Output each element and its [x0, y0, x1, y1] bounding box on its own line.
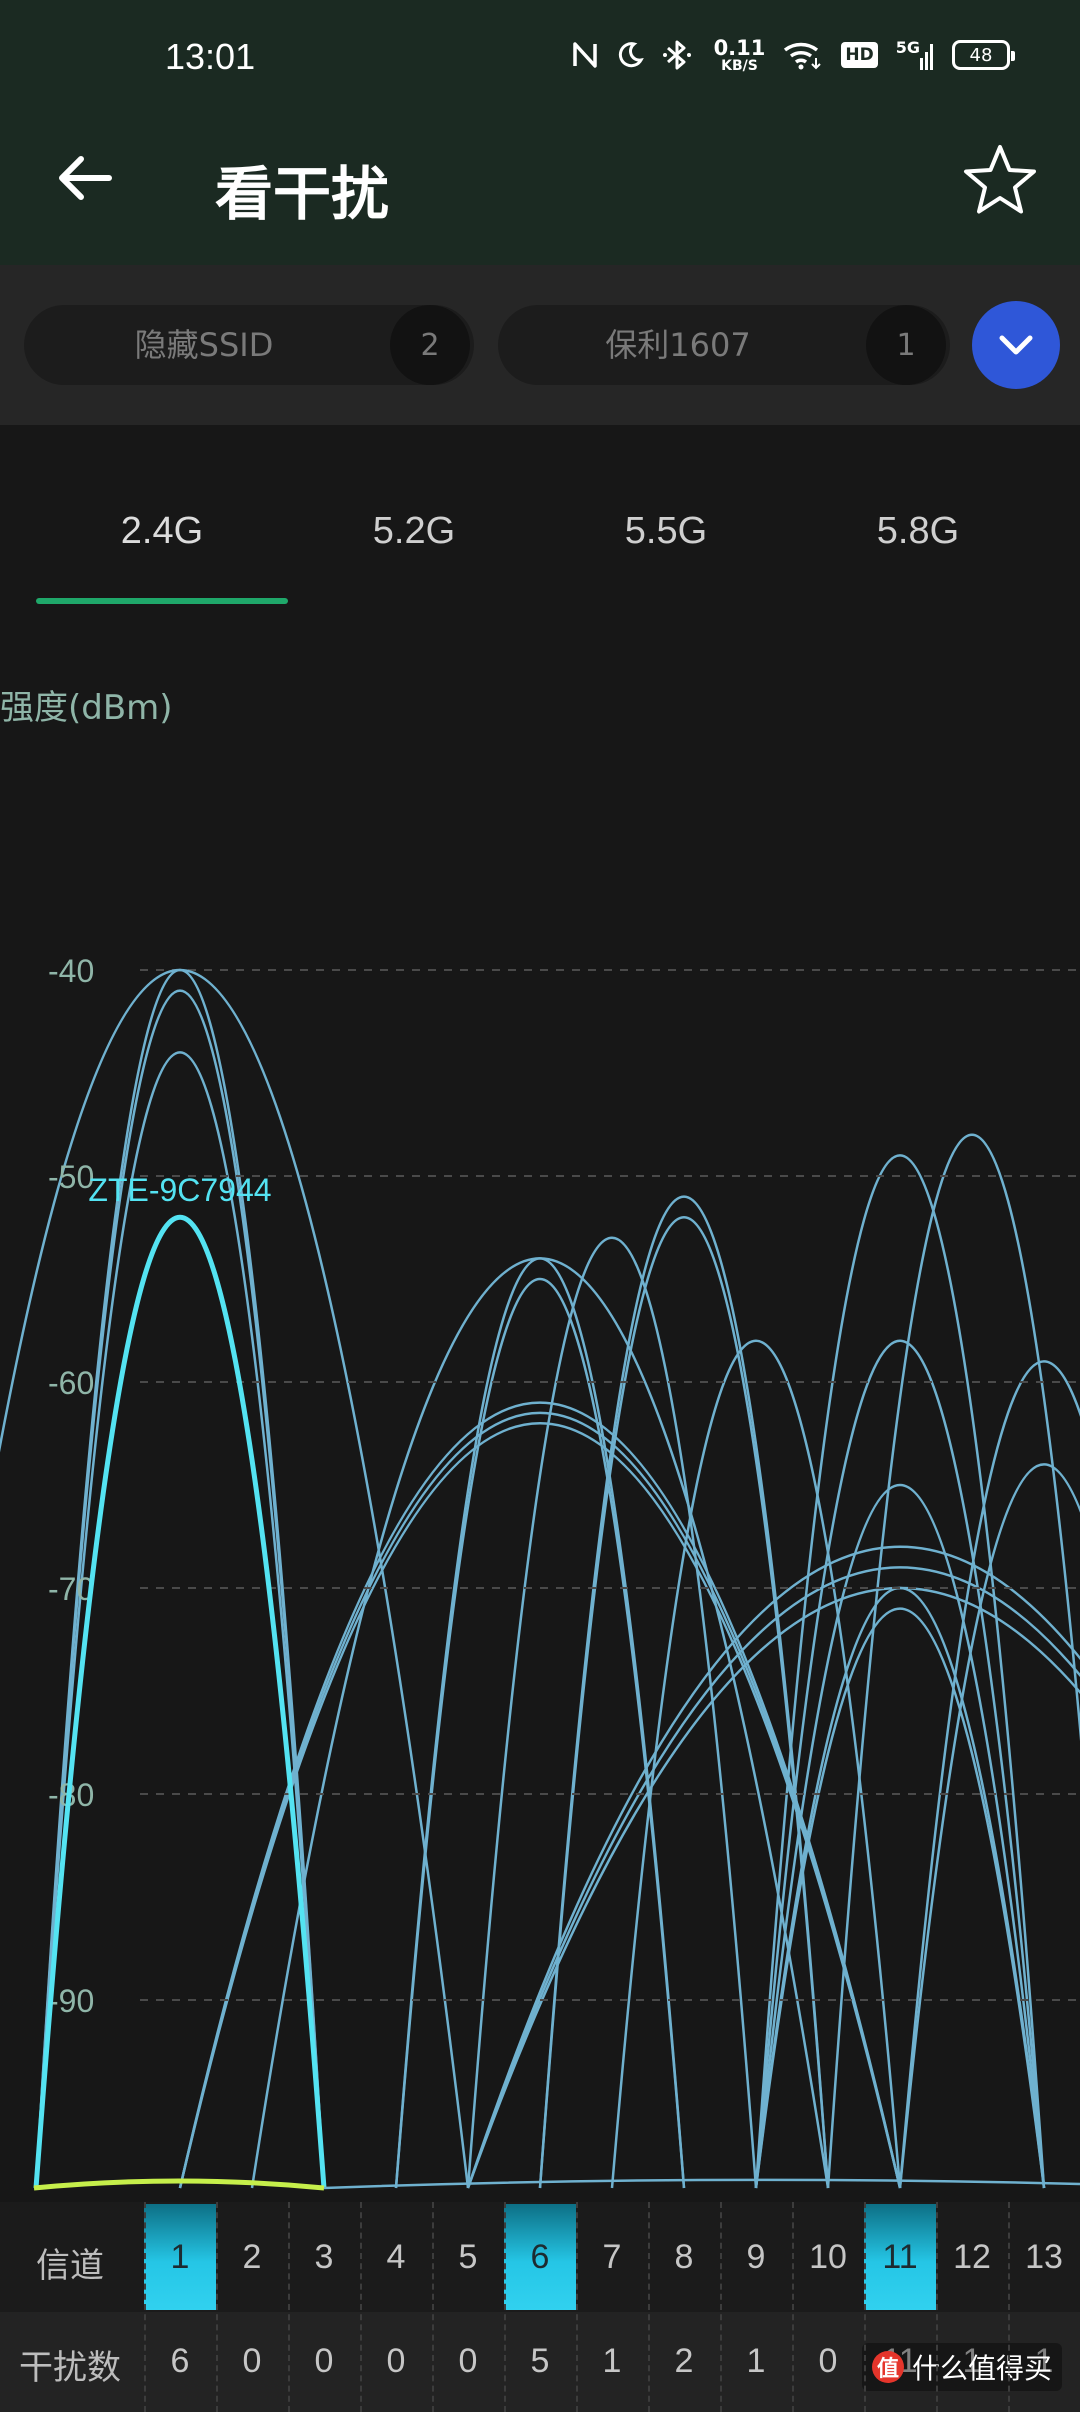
app-bar: 看干扰 [0, 95, 1080, 265]
network-filter-strip: 隐藏SSID 2 保利1607 1 [0, 265, 1080, 425]
cell-divider [144, 2202, 146, 2412]
signal-curve[interactable] [178, 1422, 902, 2189]
cell-divider [720, 2202, 722, 2412]
interference-count-2: 0 [242, 2342, 262, 2380]
channel-cell-6[interactable]: 6 [504, 2204, 576, 2310]
filter-chip-count: 2 [390, 305, 470, 385]
network-type: 5G [895, 37, 920, 57]
cell-divider [504, 2202, 506, 2412]
channel-cell-9[interactable]: 9 [720, 2238, 792, 2277]
favorite-button[interactable] [960, 140, 1040, 220]
channel-row: 信道 1 2 3 4 5 6 7 8 9 10 11 12 13 [0, 2202, 1080, 2312]
y-tick-label: -60 [48, 1365, 94, 1401]
tab-5-2g[interactable]: 5.2G [288, 510, 540, 553]
signal-curve[interactable] [610, 1339, 902, 2189]
interference-count-5: 0 [458, 2342, 478, 2380]
channel-cell-13[interactable]: 13 [1008, 2238, 1080, 2277]
filter-chip-poly-1607[interactable]: 保利1607 1 [498, 305, 950, 385]
channel-cell-5[interactable]: 5 [432, 2238, 504, 2277]
signal-curve[interactable] [898, 1360, 1080, 2189]
channel-row-label: 信道 [36, 2246, 104, 2286]
signal-curve[interactable] [826, 1133, 1080, 2189]
highlight-network-label: ZTE-9C7944 [88, 1172, 271, 1208]
net-speed-unit: KB/S [721, 57, 758, 74]
net-speed: 0.11 KB/S [713, 35, 766, 74]
y-tick-label: -90 [48, 1983, 94, 2019]
interference-row-label: 干扰数 [19, 2348, 121, 2388]
y-tick-label: -50 [48, 1159, 94, 1195]
signal-icon: 5G [895, 37, 934, 70]
cell-divider [360, 2202, 362, 2412]
interference-count-10: 0 [818, 2342, 838, 2380]
cell-divider [792, 2202, 794, 2412]
filter-chip-count: 1 [866, 305, 946, 385]
interference-count-7: 1 [602, 2342, 622, 2380]
signal-curve[interactable] [754, 1607, 1046, 2189]
interference-count-4: 0 [386, 2342, 406, 2380]
wifi-icon [783, 40, 823, 70]
channel-cell-10[interactable]: 10 [792, 2238, 864, 2277]
nfc-icon [572, 40, 598, 70]
signal-curve[interactable] [466, 1587, 1080, 2189]
signal-curve[interactable] [394, 1278, 686, 2189]
tab-5-5g[interactable]: 5.5G [540, 510, 792, 553]
interference-count-8: 2 [674, 2342, 694, 2380]
cell-divider [1008, 2202, 1010, 2412]
signal-curve[interactable] [466, 1236, 758, 2189]
status-time: 13:01 [165, 36, 256, 77]
star-outline-icon [964, 145, 1036, 214]
channel-cell-4[interactable]: 4 [360, 2238, 432, 2277]
signal-curve[interactable] [754, 1154, 1046, 2189]
watermark-logo: 值 [871, 2351, 904, 2383]
interference-count-6: 5 [530, 2342, 550, 2380]
battery-indicator: 48 [952, 40, 1015, 70]
watermark-text: 什么值得买 [911, 2352, 1052, 2385]
channel-cell-11[interactable]: 11 [864, 2204, 936, 2310]
y-tick-label: -40 [48, 953, 94, 989]
expand-filters-button[interactable] [972, 301, 1060, 389]
interference-count-1: 6 [170, 2342, 190, 2380]
cell-divider [936, 2202, 938, 2412]
status-bar: 13:01 0.11 KB/S HD 5G 48 [0, 0, 1080, 95]
cell-divider [648, 2202, 650, 2412]
signal-strength-chart: -40-50-60-70-80-90ZTE-9C7944 [0, 953, 1080, 2191]
channel-cell-7[interactable]: 7 [576, 2238, 648, 2277]
channel-cell-8[interactable]: 8 [648, 2238, 720, 2277]
tab-indicator [36, 598, 288, 604]
cell-divider [432, 2202, 434, 2412]
cell-divider [864, 2202, 866, 2412]
channel-cell-3[interactable]: 3 [288, 2238, 360, 2277]
moon-icon [616, 41, 644, 69]
signal-curve [323, 2178, 1080, 2190]
hd-badge: HD [841, 42, 878, 68]
cell-divider [576, 2202, 578, 2412]
status-icons: 0.11 KB/S HD 5G 48 [572, 30, 1015, 80]
page-title: 看干扰 [215, 160, 390, 228]
interference-count-3: 0 [314, 2342, 334, 2380]
signal-curve[interactable] [754, 1586, 1046, 2189]
cell-divider [288, 2202, 290, 2412]
tab-2-4g[interactable]: 2.4G [36, 510, 288, 553]
highlight-signal-curve[interactable] [33, 1214, 327, 2189]
chevron-down-icon [999, 335, 1033, 355]
tab-5-8g[interactable]: 5.8G [792, 510, 1044, 553]
channel-cell-12[interactable]: 12 [936, 2238, 1008, 2277]
net-speed-value: 0.11 [713, 35, 766, 60]
filter-chip-hidden-ssid[interactable]: 隐藏SSID 2 [24, 305, 474, 385]
back-button[interactable] [50, 143, 120, 213]
arrow-left-icon [59, 156, 112, 200]
interference-count-9: 1 [746, 2342, 766, 2380]
filter-chip-label: 隐藏SSID [134, 326, 274, 364]
watermark: 值 什么值得买 [861, 2343, 1062, 2391]
cell-divider [216, 2202, 218, 2412]
signal-curve[interactable] [250, 1257, 830, 2189]
channel-cell-1[interactable]: 1 [144, 2204, 216, 2310]
bluetooth-icon [662, 38, 696, 72]
channel-cell-2[interactable]: 2 [216, 2238, 288, 2277]
filter-chip-label: 保利1607 [605, 326, 751, 364]
band-tabs: 2.4G 5.2G 5.5G 5.8G [0, 470, 1080, 610]
signal-curve[interactable] [754, 1339, 1046, 2189]
